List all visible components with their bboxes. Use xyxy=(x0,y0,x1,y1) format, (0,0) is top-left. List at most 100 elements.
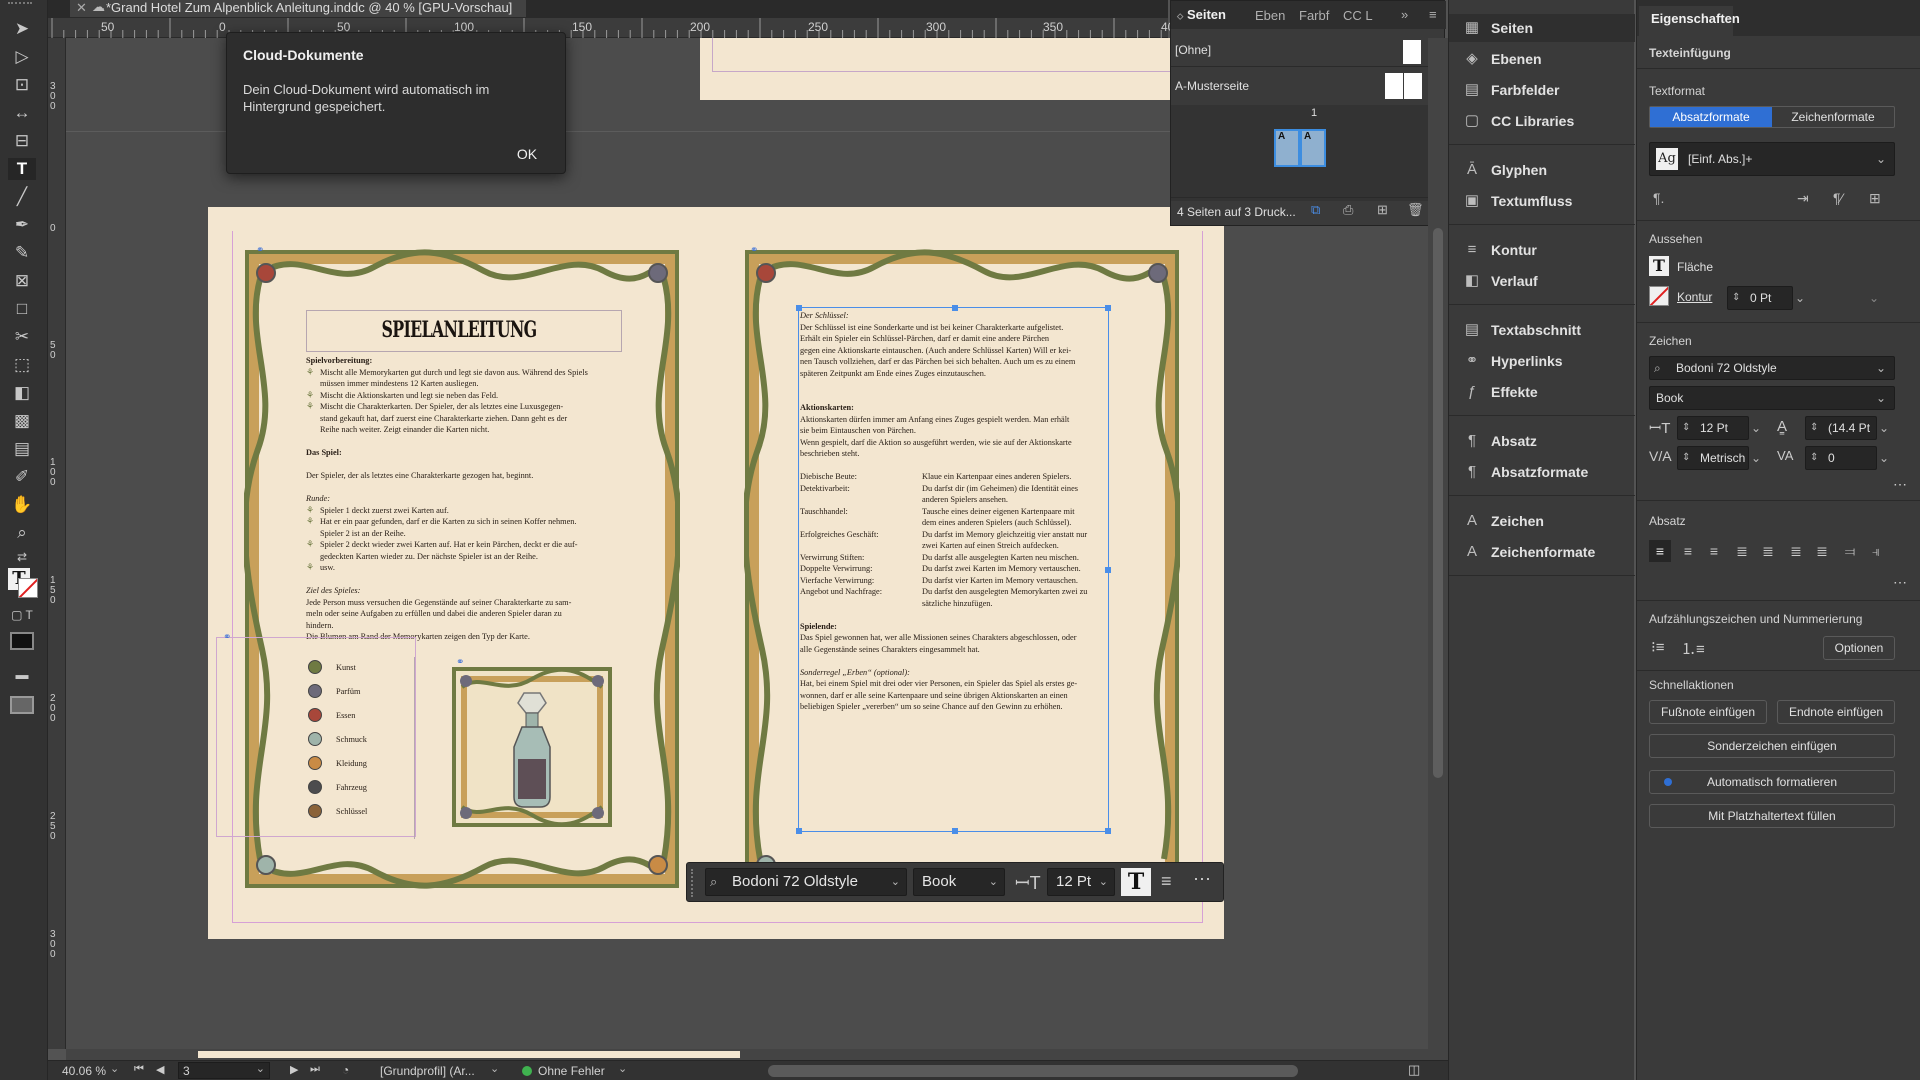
last-page-icon[interactable]: ⏭ xyxy=(310,1063,320,1076)
edit-page-size-icon[interactable]: ⧉ xyxy=(1311,202,1320,218)
panel-menu-icon[interactable]: ≡ xyxy=(1429,7,1437,22)
close-tab-icon[interactable]: ✕ xyxy=(76,0,87,15)
bullets-options-button[interactable]: Optionen xyxy=(1823,636,1895,660)
leading-field[interactable]: ⇕ (14.4 Pt xyxy=(1805,416,1877,440)
stepper-icon[interactable]: ⇕ xyxy=(1732,287,1740,309)
tab-farbfelder[interactable]: Farbf xyxy=(1299,8,1329,23)
previous-page[interactable] xyxy=(700,38,1240,100)
gap-tool-icon[interactable]: ↔ xyxy=(8,102,36,124)
frame-handle[interactable] xyxy=(1105,305,1111,311)
zoom-level[interactable]: 40.06 % xyxy=(62,1064,106,1078)
more-icon[interactable]: ⋯ xyxy=(1193,869,1211,890)
justify-left-icon[interactable]: ≣ xyxy=(1731,540,1753,562)
tracking-field[interactable]: ⇕ 0 xyxy=(1805,446,1877,470)
tab-ebenen[interactable]: Eben xyxy=(1255,8,1285,23)
frame-handle[interactable] xyxy=(1105,828,1111,834)
auto-format-button[interactable]: Automatisch formatieren xyxy=(1649,770,1895,794)
panel-hyperlinks[interactable]: ⚭ Hyperlinks xyxy=(1449,347,1635,375)
align-towards-spine-icon[interactable]: ⫤ xyxy=(1839,540,1861,562)
swap-colors-icon[interactable]: ⇄ xyxy=(8,546,36,568)
gradient-swatch-tool-icon[interactable]: ◧ xyxy=(8,382,36,404)
paragraph-mark-icon[interactable]: ¶. xyxy=(1653,190,1664,206)
link-icon[interactable]: ⚭ xyxy=(256,245,270,256)
normal-view-icon[interactable] xyxy=(10,632,34,650)
vertical-scrollbar[interactable] xyxy=(1428,38,1448,1060)
panel-character[interactable]: A Zeichen xyxy=(1449,507,1635,535)
master-none[interactable]: [Ohne] xyxy=(1171,33,1429,67)
page-right[interactable]: Der Schlüssel: Der Schlüssel ist eine Son… xyxy=(702,207,1224,939)
justify-center-icon[interactable]: ≣ xyxy=(1757,540,1779,562)
stepper-icon[interactable]: ⇕ xyxy=(1810,447,1818,469)
split-window-icon[interactable]: ◫ xyxy=(1408,1062,1420,1078)
master-options-icon[interactable]: ⎙ xyxy=(1343,202,1353,218)
stroke-weight-field[interactable]: ⇕ 0 Pt xyxy=(1727,286,1793,310)
stroke-color-icon[interactable] xyxy=(18,578,38,598)
chevron-down-icon[interactable]: ⌄ xyxy=(490,1062,499,1075)
content-collector-icon[interactable]: ⊟ xyxy=(8,130,36,152)
drag-handle[interactable] xyxy=(8,2,32,8)
zoom-tool-icon[interactable]: ⌕ xyxy=(8,522,36,544)
screen-mode-icon[interactable]: ▬ xyxy=(8,664,36,686)
pencil-tool-icon[interactable]: ✎ xyxy=(8,242,36,264)
tab-eigenschaften[interactable]: Eigenschaften xyxy=(1639,6,1740,36)
tab-seiten[interactable]: ⬦ Seiten xyxy=(1177,7,1226,22)
panel-layers[interactable]: ◈ Ebenen xyxy=(1449,45,1635,73)
numbered-list-icon[interactable]: ⒈≡ xyxy=(1681,638,1705,659)
panel-paragraph-styles[interactable]: ¶ Absatzformate xyxy=(1449,458,1635,486)
note-tool-icon[interactable]: ▤ xyxy=(8,438,36,460)
formatting-affects-text-icon[interactable]: ▢ T xyxy=(8,604,36,626)
preflight-status[interactable]: Ohne Fehler xyxy=(538,1064,605,1078)
chevron-down-icon[interactable]: ⌄ xyxy=(1879,446,1895,470)
stroke-swatch[interactable] xyxy=(1649,286,1669,306)
panel-pages[interactable]: ▦ Seiten xyxy=(1449,14,1635,42)
insert-footnote-button[interactable]: Fußnote einfügen xyxy=(1649,700,1767,724)
justify-all-icon[interactable]: ≣ xyxy=(1811,540,1833,562)
align-center-icon[interactable]: ≡ xyxy=(1677,540,1699,562)
line-tool-icon[interactable]: ╱ xyxy=(8,186,36,208)
chevron-down-icon[interactable]: ⌄ xyxy=(1795,286,1815,310)
panel-swatches[interactable]: ▤ Farbfelder xyxy=(1449,76,1635,104)
paragraph-style-dropdown[interactable]: Ag [Einf. Abs.]+ ⌄ xyxy=(1649,142,1895,176)
new-style-icon[interactable]: ⊞ xyxy=(1869,190,1881,207)
bullet-list-icon[interactable]: ⁝≡ xyxy=(1651,638,1665,656)
expand-panel-icon[interactable]: » xyxy=(1401,7,1408,22)
hand-tool-icon[interactable]: ✋ xyxy=(8,494,36,516)
vertical-ruler[interactable]: 300 0 50 100 150 200 250 300 xyxy=(48,38,66,1049)
pages-area[interactable]: 1 A A xyxy=(1171,105,1429,201)
stroke-label[interactable]: Kontur xyxy=(1677,290,1712,304)
panel-gradient[interactable]: ◧ Verlauf xyxy=(1449,267,1635,295)
preflight-profile[interactable]: [Grundprofil] (Ar... xyxy=(380,1064,475,1078)
align-icon[interactable]: ≡ xyxy=(1161,871,1172,892)
chevron-down-icon[interactable]: ⌄ xyxy=(618,1062,627,1075)
eyedropper-tool-icon[interactable]: ✐ xyxy=(8,466,36,488)
prev-page-icon[interactable]: ◀ xyxy=(156,1063,164,1076)
link-icon[interactable]: ⚭ xyxy=(456,657,466,668)
panel-story[interactable]: ▤ Textabschnitt xyxy=(1449,316,1635,344)
more-options-icon[interactable]: ⋯ xyxy=(1893,476,1907,493)
font-family-dropdown[interactable]: ⌕ Bodoni 72 Oldstyle ⌄ xyxy=(1649,356,1895,380)
chevron-down-icon[interactable]: ⌄ xyxy=(1751,446,1767,470)
align-away-spine-icon[interactable]: ⫣ xyxy=(1865,540,1887,562)
chevron-down-icon[interactable]: ⌄ xyxy=(1751,416,1767,440)
scissors-tool-icon[interactable]: ✂ xyxy=(8,326,36,348)
direct-selection-tool-icon[interactable]: ▷ xyxy=(8,46,36,68)
free-transform-tool-icon[interactable]: ⬚ xyxy=(8,354,36,376)
first-page-icon[interactable]: ⏮ xyxy=(134,1063,144,1076)
next-page-icon[interactable]: ▶ xyxy=(290,1063,298,1076)
justify-right-icon[interactable]: ≣ xyxy=(1785,540,1807,562)
preview-mode-icon[interactable] xyxy=(10,696,34,714)
pen-tool-icon[interactable]: ✒ xyxy=(8,214,36,236)
panel-text-wrap[interactable]: ▣ Textumfluss xyxy=(1449,187,1635,215)
panel-stroke[interactable]: ≡ Kontur xyxy=(1449,236,1635,264)
font-family-dropdown[interactable]: ⌕ Bodoni 72 Oldstyle ⌄ xyxy=(705,868,907,896)
insert-endnote-button[interactable]: Endnote einfügen xyxy=(1777,700,1895,724)
font-style-dropdown[interactable]: Book ⌄ xyxy=(913,868,1005,896)
chevron-down-icon[interactable]: ⌄ xyxy=(1879,416,1895,440)
tab-zeichenformate[interactable]: Zeichenformate xyxy=(1772,107,1894,127)
new-page-icon[interactable]: ⊞ xyxy=(1377,202,1388,218)
ok-button[interactable]: OK xyxy=(505,143,549,165)
stepper-icon[interactable]: ⇕ xyxy=(1682,417,1690,439)
text-fill-icon[interactable]: T xyxy=(1121,868,1151,896)
stepper-icon[interactable]: ⇕ xyxy=(1682,447,1690,469)
type-tool-icon[interactable]: T xyxy=(8,158,36,180)
